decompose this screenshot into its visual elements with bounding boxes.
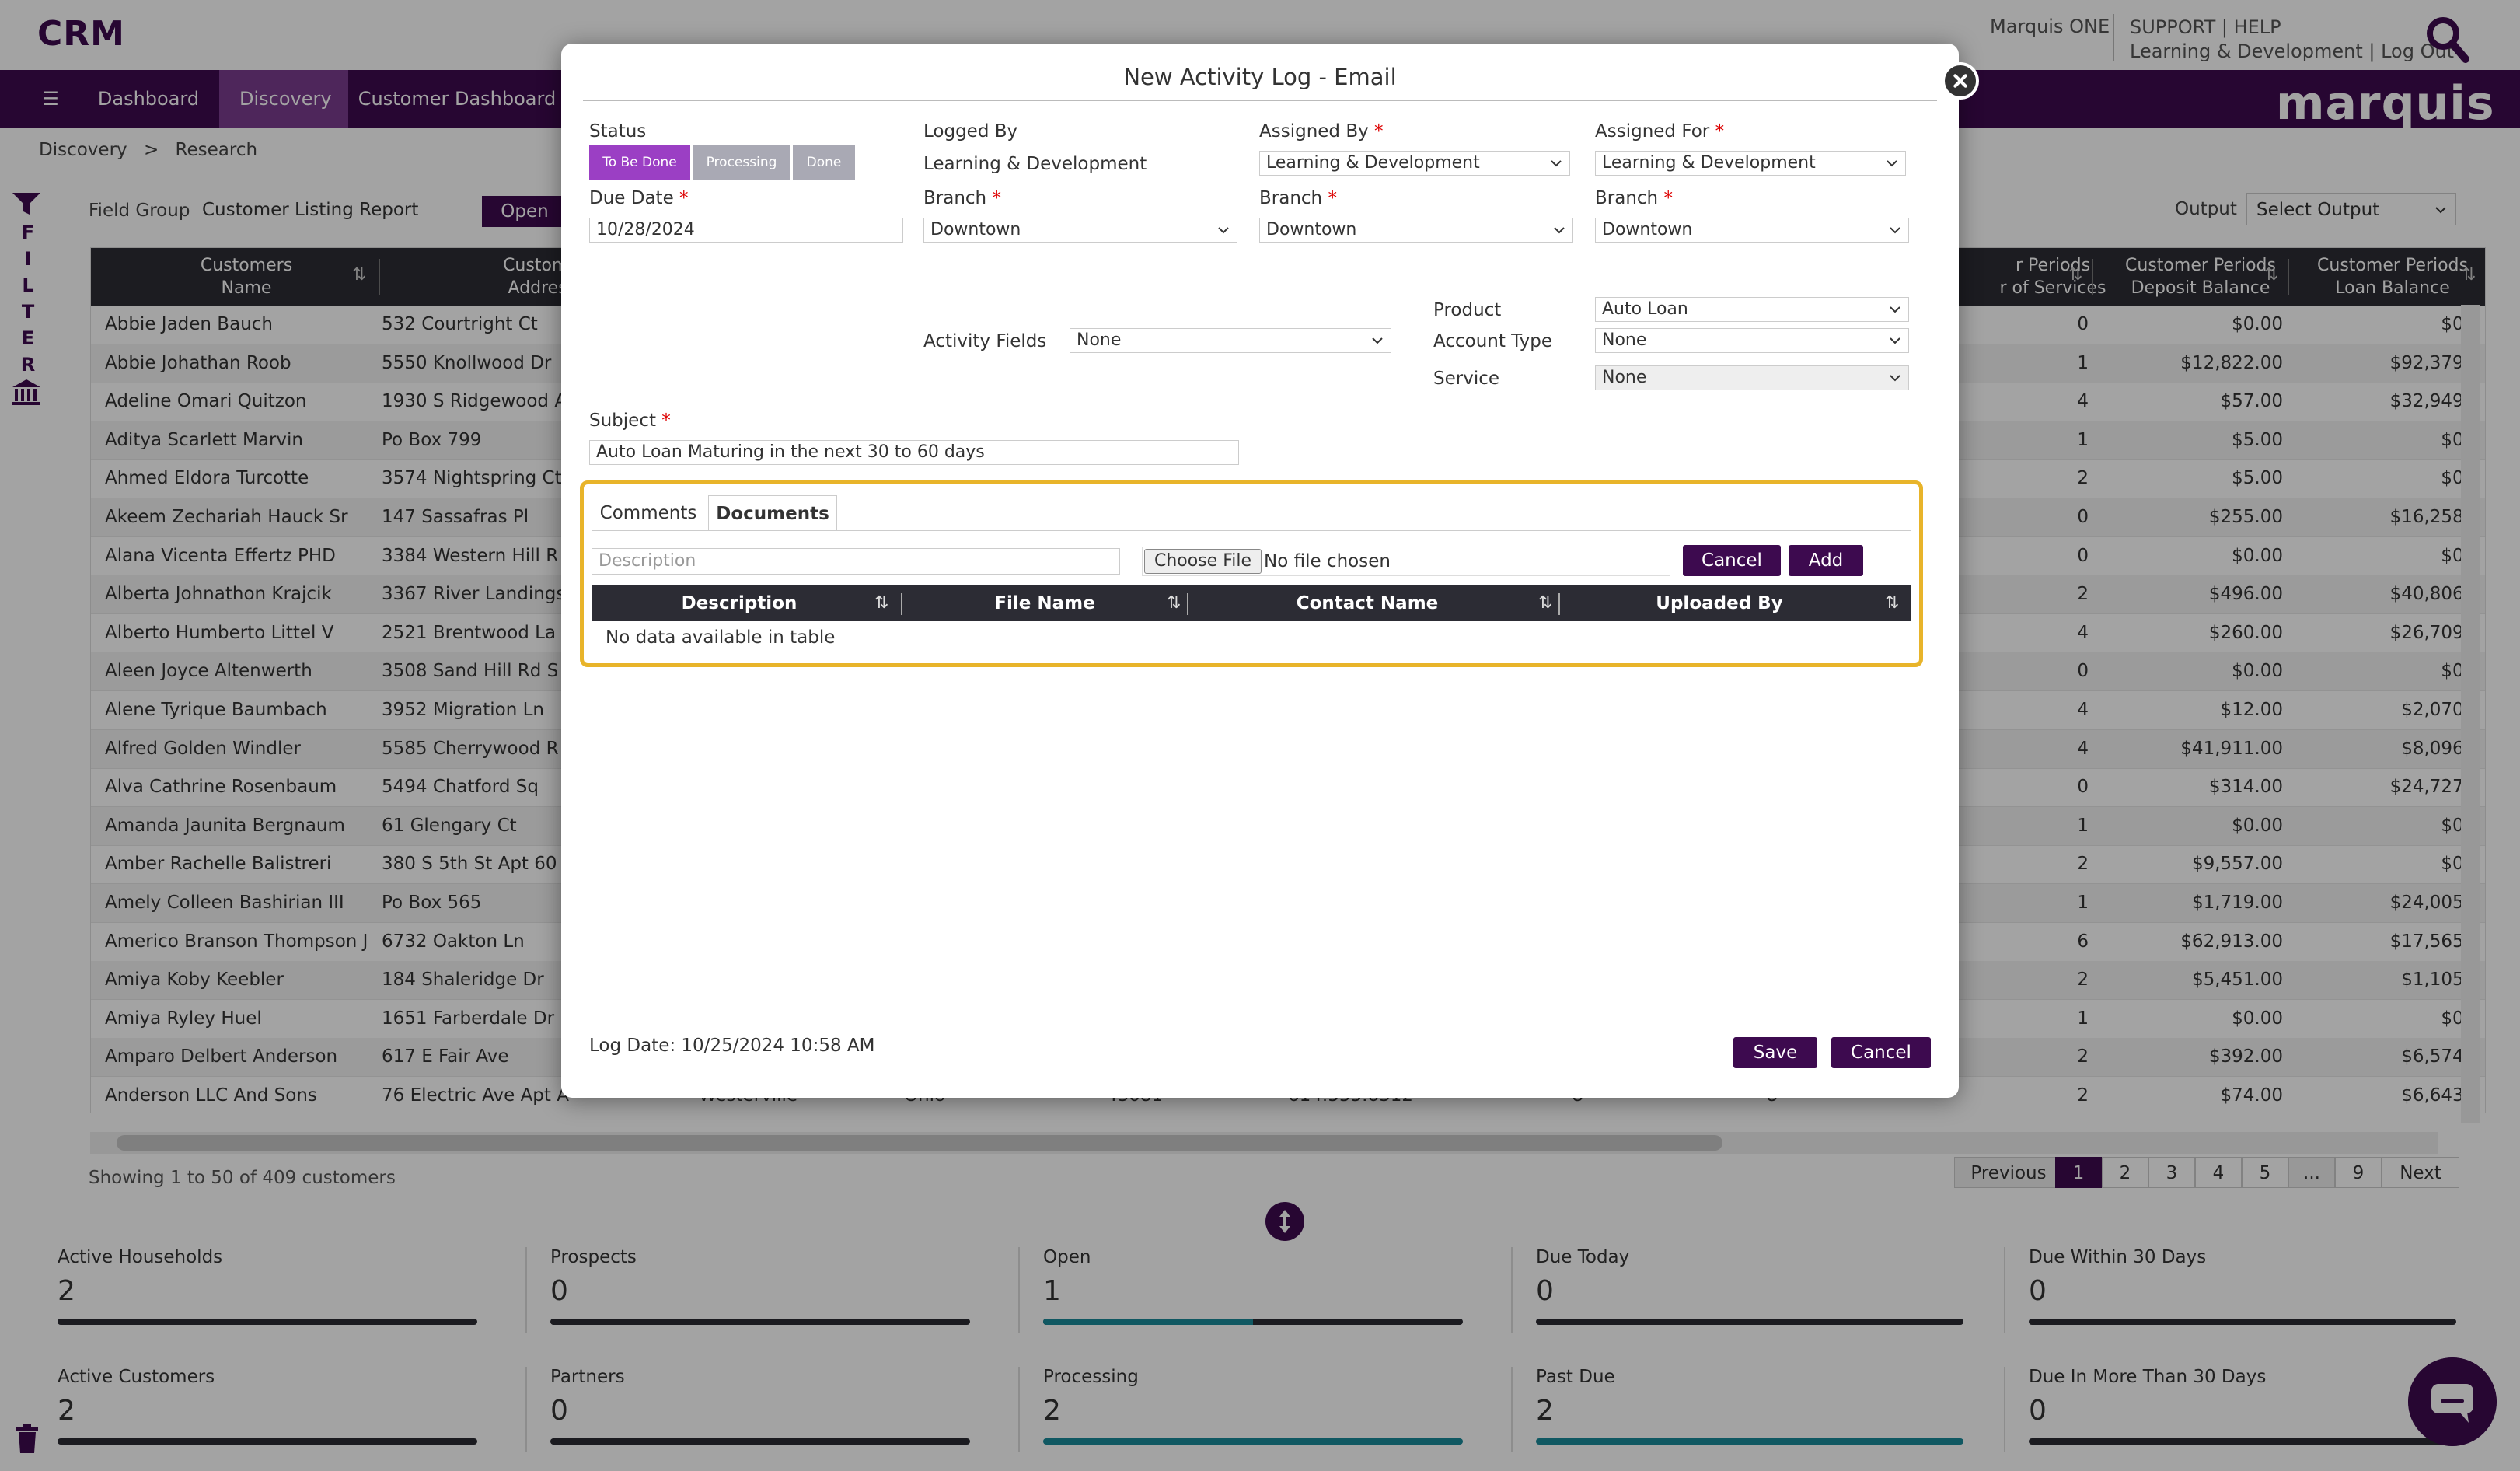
assigned-by-label: Assigned By * xyxy=(1259,121,1384,142)
select-value: Learning & Development xyxy=(1602,153,1816,173)
required-mark: * xyxy=(679,188,689,208)
assigned-for-label: Assigned For * xyxy=(1595,121,1724,142)
due-date-input[interactable]: 10/28/2024 xyxy=(589,218,903,243)
required-mark: * xyxy=(661,411,671,431)
chevron-down-icon xyxy=(1890,227,1900,234)
select-value: Downtown xyxy=(930,220,1021,239)
status-processing-button[interactable]: Processing xyxy=(693,145,790,180)
chevron-down-icon xyxy=(1551,160,1562,167)
col-header-uploaded-by[interactable]: Uploaded By xyxy=(1560,585,1879,621)
cancel-button[interactable]: Cancel xyxy=(1831,1037,1931,1068)
product-select[interactable]: Auto Loan xyxy=(1595,297,1909,322)
branch-label: Branch * xyxy=(1259,188,1337,208)
product-label: Product xyxy=(1433,300,1502,320)
chevron-down-icon xyxy=(1890,375,1900,382)
file-input[interactable]: Choose File No file chosen xyxy=(1142,547,1670,576)
chevron-down-icon xyxy=(1372,337,1383,344)
select-value: None xyxy=(1077,330,1122,350)
label-text: Subject xyxy=(589,411,656,431)
label-text: Due Date xyxy=(589,188,674,208)
log-date: Log Date: 10/25/2024 10:58 AM xyxy=(589,1036,875,1056)
col-header-description[interactable]: Description xyxy=(592,585,887,621)
activity-fields-select[interactable]: None xyxy=(1070,328,1391,353)
title-divider xyxy=(583,100,1937,101)
chevron-down-icon xyxy=(1218,227,1229,234)
document-cancel-button[interactable]: Cancel xyxy=(1683,545,1781,576)
document-add-button[interactable]: Add xyxy=(1789,545,1863,576)
chevron-down-icon xyxy=(1890,306,1900,313)
close-icon[interactable] xyxy=(1942,62,1979,100)
assigned-by-branch-select[interactable]: Downtown xyxy=(1259,218,1573,243)
logged-by-label: Logged By xyxy=(923,121,1018,142)
activity-log-modal: New Activity Log - Email Status To Be Do… xyxy=(561,44,1979,1098)
branch-label: Branch * xyxy=(923,188,1001,208)
sort-icon[interactable]: ⇅ xyxy=(874,585,888,621)
logged-by-value: Learning & Development xyxy=(923,154,1147,174)
save-button[interactable]: Save xyxy=(1733,1037,1817,1068)
label-text: Branch xyxy=(1259,188,1323,208)
subject-label: Subject * xyxy=(589,411,671,431)
label-text: Branch xyxy=(1595,188,1659,208)
assigned-for-branch-select[interactable]: Downtown xyxy=(1595,218,1909,243)
branch-label: Branch * xyxy=(1595,188,1673,208)
due-date-label: Due Date * xyxy=(589,188,689,208)
required-mark: * xyxy=(992,188,1001,208)
chevron-down-icon xyxy=(1887,160,1897,167)
select-value: None xyxy=(1602,368,1647,387)
status-to-be-done-button[interactable]: To Be Done xyxy=(589,145,690,180)
select-value: Learning & Development xyxy=(1266,153,1480,173)
page: CRM Marquis ONE SUPPORT | HELP Learning … xyxy=(0,0,2520,1471)
chevron-down-icon xyxy=(1554,227,1565,234)
tab-documents[interactable]: Documents xyxy=(708,495,837,531)
assigned-by-select[interactable]: Learning & Development xyxy=(1259,151,1570,176)
modal-title: New Activity Log - Email xyxy=(1123,64,1397,90)
select-value: None xyxy=(1602,330,1647,350)
label-text: Assigned For xyxy=(1595,121,1710,142)
assigned-for-select[interactable]: Learning & Development xyxy=(1595,151,1906,176)
documents-panel: Comments Documents Description Choose Fi… xyxy=(580,480,1923,667)
select-value: Downtown xyxy=(1266,220,1357,239)
file-status: No file chosen xyxy=(1264,551,1391,571)
service-select[interactable]: None xyxy=(1595,365,1909,390)
document-description-input[interactable]: Description xyxy=(592,548,1120,575)
choose-file-button[interactable]: Choose File xyxy=(1144,549,1262,574)
required-mark: * xyxy=(1715,121,1725,142)
sort-icon[interactable]: ⇅ xyxy=(1167,585,1181,621)
service-label: Service xyxy=(1433,369,1500,389)
subject-input[interactable]: Auto Loan Maturing in the next 30 to 60 … xyxy=(589,440,1239,465)
chevron-down-icon xyxy=(1890,337,1900,344)
empty-table-message: No data available in table xyxy=(606,627,836,648)
label-text: Assigned By xyxy=(1259,121,1369,142)
sort-icon[interactable]: ⇅ xyxy=(1885,585,1899,621)
select-value: Downtown xyxy=(1602,220,1693,239)
status-label: Status xyxy=(589,121,647,142)
sort-icon[interactable]: ⇅ xyxy=(1538,585,1552,621)
status-done-button[interactable]: Done xyxy=(793,145,855,180)
label-text: Branch xyxy=(923,188,987,208)
account-type-label: Account Type xyxy=(1433,331,1553,351)
tab-divider xyxy=(592,530,1911,531)
logged-by-branch-select[interactable]: Downtown xyxy=(923,218,1237,243)
required-mark: * xyxy=(1328,188,1337,208)
col-header-file-name[interactable]: File Name xyxy=(902,585,1187,621)
tab-comments[interactable]: Comments xyxy=(592,495,705,531)
documents-table-header: Description ⇅ File Name ⇅ Contact Name ⇅… xyxy=(592,585,1911,621)
select-value: Auto Loan xyxy=(1602,299,1688,319)
account-type-select[interactable]: None xyxy=(1595,328,1909,353)
required-mark: * xyxy=(1374,121,1384,142)
col-header-contact-name[interactable]: Contact Name xyxy=(1188,585,1546,621)
activity-fields-label: Activity Fields xyxy=(923,331,1047,351)
required-mark: * xyxy=(1663,188,1673,208)
